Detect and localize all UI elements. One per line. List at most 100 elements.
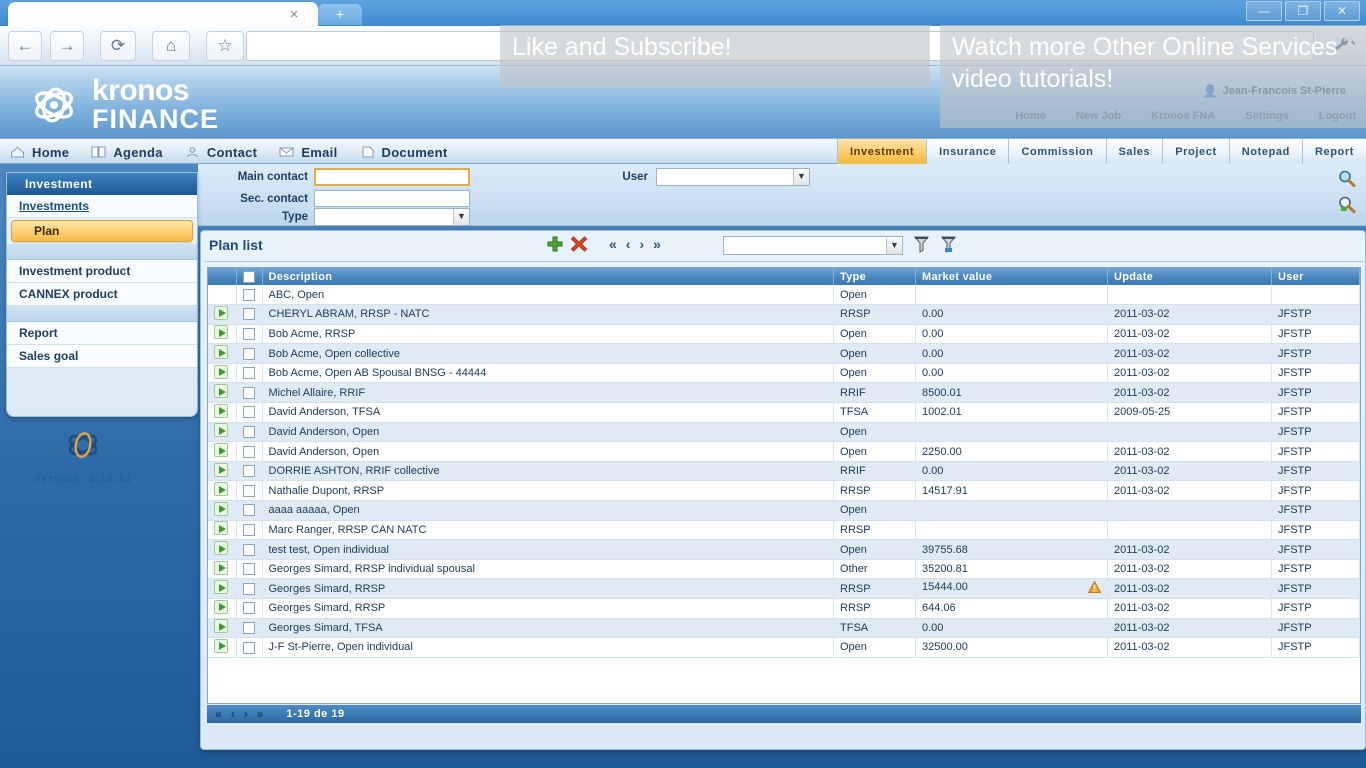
- play-arrow-icon[interactable]: [214, 482, 228, 496]
- close-window-icon[interactable]: ✕: [1324, 1, 1360, 21]
- table-row[interactable]: Bob Acme, Open AB Spousal BNSG - 44444Op…: [208, 363, 1360, 383]
- table-row[interactable]: Nathalie Dupont, RRSPRRSP14517.912011-03…: [208, 481, 1360, 501]
- row-select-cell[interactable]: [236, 520, 262, 540]
- tab-insurance[interactable]: Insurance: [926, 139, 1008, 165]
- table-row[interactable]: Marc Ranger, RRSP CAN NATCRRSPJFSTP: [208, 520, 1360, 540]
- main-contact-input[interactable]: [314, 168, 470, 186]
- prev-page-icon[interactable]: ‹: [626, 236, 631, 252]
- play-arrow-icon[interactable]: [214, 561, 228, 575]
- col-header-market-value[interactable]: Market value: [916, 268, 1108, 285]
- select-all-checkbox[interactable]: [243, 271, 255, 283]
- tab-notepad[interactable]: Notepad: [1229, 139, 1302, 165]
- sidebar-item-sales-goal[interactable]: Sales goal: [7, 345, 197, 368]
- col-header-update[interactable]: Update: [1108, 268, 1272, 285]
- row-checkbox[interactable]: [243, 426, 255, 438]
- row-checkbox[interactable]: [243, 465, 255, 477]
- sidebar-item-report[interactable]: Report: [7, 322, 197, 345]
- search-green-icon[interactable]: [1338, 196, 1356, 217]
- row-select-cell[interactable]: [236, 285, 262, 305]
- first-page-icon[interactable]: «: [609, 236, 617, 252]
- row-checkbox[interactable]: [243, 642, 255, 654]
- table-row[interactable]: ABC, OpenOpen: [208, 285, 1360, 305]
- table-row[interactable]: Georges Simard, RRSPRRSP644.062011-03-02…: [208, 599, 1360, 619]
- play-arrow-icon[interactable]: [214, 365, 228, 379]
- row-checkbox[interactable]: [243, 485, 255, 497]
- table-row[interactable]: Bob Acme, RRSPOpen0.002011-03-02JFSTP: [208, 324, 1360, 344]
- play-arrow-icon[interactable]: [214, 443, 228, 457]
- view-select[interactable]: ▼: [723, 236, 903, 255]
- col-header-type[interactable]: Type: [834, 268, 916, 285]
- col-header-select-all[interactable]: [236, 268, 262, 285]
- home-icon[interactable]: ⌂: [152, 31, 190, 61]
- play-arrow-icon[interactable]: [214, 306, 228, 320]
- close-icon[interactable]: ×: [286, 7, 302, 23]
- row-select-cell[interactable]: [236, 481, 262, 501]
- tab-investment[interactable]: Investment: [837, 139, 926, 165]
- row-select-cell[interactable]: [236, 403, 262, 423]
- row-select-cell[interactable]: [236, 540, 262, 560]
- plan-table-container[interactable]: Description Type Market value Update Use…: [207, 267, 1361, 704]
- table-row[interactable]: Michel Allaire, RRIFRRIF8500.012011-03-0…: [208, 383, 1360, 403]
- row-checkbox[interactable]: [243, 348, 255, 360]
- tab-commission[interactable]: Commission: [1008, 139, 1105, 165]
- row-checkbox[interactable]: [243, 524, 255, 536]
- row-checkbox[interactable]: [243, 367, 255, 379]
- row-checkbox[interactable]: [243, 328, 255, 340]
- nav-item-email[interactable]: Email: [279, 145, 337, 160]
- row-checkbox[interactable]: [243, 308, 255, 320]
- table-row[interactable]: David Anderson, OpenOpenJFSTP: [208, 422, 1360, 442]
- row-checkbox[interactable]: [243, 602, 255, 614]
- nav-item-agenda[interactable]: Agenda: [91, 145, 162, 160]
- table-row[interactable]: aaaa aaaaa, OpenOpenJFSTP: [208, 501, 1360, 521]
- footer-first-page-icon[interactable]: «: [215, 707, 222, 721]
- row-select-cell[interactable]: [236, 461, 262, 481]
- forward-icon[interactable]: →: [50, 31, 84, 61]
- row-select-cell[interactable]: [236, 501, 262, 521]
- play-arrow-icon[interactable]: [214, 521, 228, 535]
- nav-item-document[interactable]: Document: [360, 145, 448, 160]
- row-checkbox[interactable]: [243, 563, 255, 575]
- play-arrow-icon[interactable]: [214, 384, 228, 398]
- row-checkbox[interactable]: [243, 406, 255, 418]
- row-checkbox[interactable]: [243, 504, 255, 516]
- table-row[interactable]: Bob Acme, Open collectiveOpen0.002011-03…: [208, 344, 1360, 364]
- row-select-cell[interactable]: [236, 559, 262, 579]
- table-row[interactable]: Georges Simard, RRSPRRSP15444.002011-03-…: [208, 579, 1360, 599]
- search-blue-icon[interactable]: [1338, 170, 1356, 191]
- reload-icon[interactable]: ⟳: [100, 31, 136, 61]
- row-checkbox[interactable]: [243, 583, 255, 595]
- delete-icon[interactable]: [570, 235, 588, 258]
- browser-tab[interactable]: ×: [8, 2, 318, 28]
- row-checkbox[interactable]: [243, 544, 255, 556]
- play-arrow-icon[interactable]: [214, 404, 228, 418]
- play-arrow-icon[interactable]: [214, 541, 228, 555]
- row-select-cell[interactable]: [236, 383, 262, 403]
- add-icon[interactable]: [546, 235, 564, 258]
- row-select-cell[interactable]: [236, 363, 262, 383]
- play-arrow-icon[interactable]: [214, 580, 228, 594]
- row-checkbox[interactable]: [243, 622, 255, 634]
- sec-contact-input[interactable]: [314, 190, 470, 207]
- row-checkbox[interactable]: [243, 289, 255, 301]
- play-arrow-icon[interactable]: [214, 463, 228, 477]
- last-page-icon[interactable]: »: [653, 236, 661, 252]
- user-select[interactable]: ▼: [656, 168, 810, 186]
- play-arrow-icon[interactable]: [214, 639, 228, 653]
- sidebar-item-plan[interactable]: Plan: [11, 220, 193, 242]
- play-arrow-icon[interactable]: [214, 600, 228, 614]
- footer-prev-page-icon[interactable]: ‹: [231, 707, 235, 721]
- col-header-user[interactable]: User: [1272, 268, 1360, 285]
- row-select-cell[interactable]: [236, 344, 262, 364]
- minimize-icon[interactable]: —: [1246, 1, 1282, 21]
- play-arrow-icon[interactable]: [214, 345, 228, 359]
- col-header-description[interactable]: Description: [262, 268, 834, 285]
- play-arrow-icon[interactable]: [214, 502, 228, 516]
- nav-item-contact[interactable]: Contact: [185, 145, 258, 160]
- play-arrow-icon[interactable]: [214, 325, 228, 339]
- row-select-cell[interactable]: [236, 422, 262, 442]
- table-row[interactable]: David Anderson, TFSATFSA1002.012009-05-2…: [208, 403, 1360, 423]
- table-row[interactable]: DORRIE ASHTON, RRIF collectiveRRIF0.0020…: [208, 461, 1360, 481]
- new-tab-button[interactable]: +: [318, 4, 362, 25]
- play-arrow-icon[interactable]: [214, 423, 228, 437]
- sidebar-item-cannex-product[interactable]: CANNEX product: [7, 283, 197, 306]
